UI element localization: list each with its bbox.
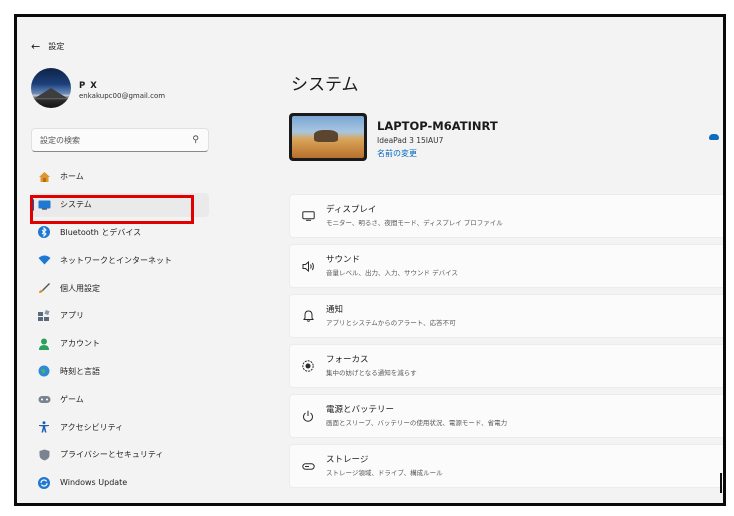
card-subtitle: 画面とスリープ、バッテリーの使用状況、電源モード、省電力 [326,418,508,427]
accessibility-icon [37,420,51,434]
window-title: 設定 [48,42,65,51]
home-icon [37,170,51,184]
avatar[interactable] [31,68,71,108]
card-subtitle: 音量レベル、出力、入力、サウンド デバイス [326,268,458,277]
sidebar-item-label: システム [60,200,92,210]
user-email: enkakupc00@gmail.com [79,92,166,100]
card-display[interactable]: ディスプレイ モニター、明るさ、夜間モード、ディスプレイ プロファイル [289,194,723,238]
apps-icon [37,309,51,323]
onedrive-cloud-icon[interactable] [709,134,719,140]
card-sound[interactable]: サウンド 音量レベル、出力、入力、サウンド デバイス [289,244,723,288]
title-bar: ← 設定 [31,41,64,52]
storage-icon [300,458,316,474]
card-storage[interactable]: ストレージ ストレージ領域、ドライブ、構成ルール [289,444,723,488]
active-indicator [31,198,34,211]
card-title: 電源とバッテリー [326,405,395,416]
focus-icon [300,358,316,374]
account-icon [37,337,51,351]
card-title: 通知 [326,305,344,316]
sidebar-item-apps[interactable]: アプリ [31,304,209,328]
display-icon [300,208,316,224]
sidebar-item-accounts[interactable]: アカウント [31,332,209,356]
sidebar-item-label: Bluetooth とデバイス [60,227,142,237]
card-subtitle: モニター、明るさ、夜間モード、ディスプレイ プロファイル [326,218,503,227]
sidebar-item-label: アカウント [60,339,100,349]
update-icon [37,476,51,490]
bluetooth-icon [37,225,51,239]
sidebar-item-gaming[interactable]: ゲーム [31,387,209,411]
card-title: ディスプレイ [326,205,377,216]
text-cursor [720,473,722,493]
sidebar-item-label: アクセシビリティ [60,422,124,432]
sidebar-item-label: ホーム [60,172,84,182]
sidebar-item-bluetooth[interactable]: Bluetooth とデバイス [31,221,209,245]
card-title: フォーカス [326,355,369,366]
sidebar-item-label: ネットワークとインターネット [60,255,172,265]
speaker-icon [300,258,316,274]
brush-icon [37,281,51,295]
sidebar-item-label: 時刻と言語 [60,366,100,376]
sidebar-item-network[interactable]: ネットワークとインターネット [31,248,209,272]
card-subtitle: アプリとシステムからのアラート、応答不可 [326,318,456,327]
page-title: システム [291,75,359,95]
system-display-icon [37,198,51,212]
back-arrow-icon[interactable]: ← [31,41,40,52]
sidebar-item-time-language[interactable]: 時刻と言語 [31,360,209,384]
sidebar-item-label: Windows Update [60,478,128,488]
sidebar-item-home[interactable]: ホーム [31,165,209,189]
settings-window: ← 設定 P X enkakupc00@gmail.com ⚲ ホーム システム [14,14,726,506]
device-thumbnail [289,113,367,161]
device-name: LAPTOP-M6ATINRT [377,119,498,133]
device-model: IdeaPad 3 15IAU7 [377,136,444,145]
sidebar-item-personalization[interactable]: 個人用設定 [31,276,209,300]
settings-cards: ディスプレイ モニター、明るさ、夜間モード、ディスプレイ プロファイル サウンド… [289,194,723,494]
sidebar-item-windows-update[interactable]: Windows Update [31,471,209,495]
search-box[interactable]: ⚲ [31,128,209,152]
globe-clock-icon [37,364,51,378]
card-notifications[interactable]: 通知 アプリとシステムからのアラート、応答不可 [289,294,723,338]
search-input[interactable] [40,135,180,145]
shield-icon [37,448,51,462]
sidebar-item-system[interactable]: システム [31,192,209,217]
sidebar-item-privacy[interactable]: プライバシーとセキュリティ [31,443,209,467]
sidebar-item-label: 個人用設定 [60,283,100,293]
wifi-icon [37,253,51,267]
sidebar-item-label: ゲーム [60,394,84,404]
card-power-battery[interactable]: 電源とバッテリー 画面とスリープ、バッテリーの使用状況、電源モード、省電力 [289,394,723,438]
card-title: ストレージ [326,455,369,466]
main-content: システム LAPTOP-M6ATINRT IdeaPad 3 15IAU7 名前… [273,17,723,503]
sidebar-item-label: プライバシーとセキュリティ [60,450,164,460]
power-icon [300,408,316,424]
card-focus[interactable]: フォーカス 集中の妨げとなる通知を減らす [289,344,723,388]
card-title: サウンド [326,255,361,266]
sidebar-item-label: アプリ [60,311,84,321]
gamepad-icon [37,392,51,406]
card-subtitle: ストレージ領域、ドライブ、構成ルール [326,468,443,477]
card-subtitle: 集中の妨げとなる通知を減らす [326,368,417,377]
rename-link[interactable]: 名前の変更 [377,148,417,159]
sidebar-item-accessibility[interactable]: アクセシビリティ [31,415,209,439]
sidebar-nav: ホーム システム Bluetooth とデバイス ネットワークとインターネット … [31,165,209,499]
search-icon[interactable]: ⚲ [192,135,199,145]
user-name: P X [79,81,98,91]
bell-icon [300,308,316,324]
sidebar: ← 設定 P X enkakupc00@gmail.com ⚲ ホーム システム [17,17,217,503]
